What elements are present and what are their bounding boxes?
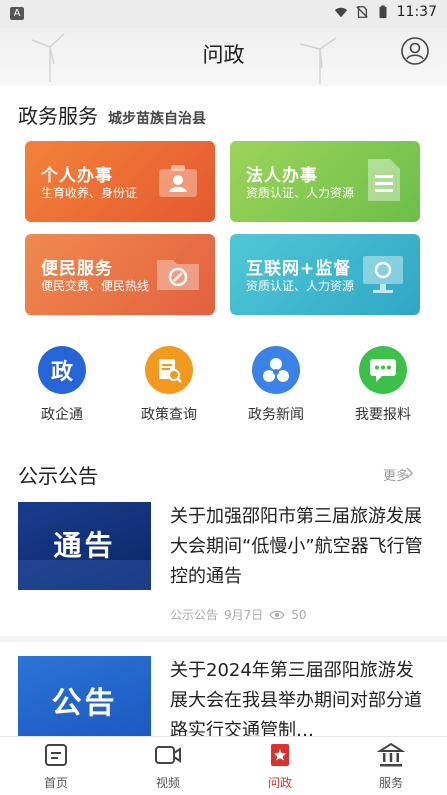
news-date: 9月7日 <box>224 608 264 622</box>
card-convenience-services[interactable]: 便民服务 便民交费、便民热线 <box>25 234 215 315</box>
document-icon <box>368 159 400 201</box>
quick-link-government-news[interactable]: 政务新闻 <box>226 346 326 424</box>
tab-label: 视频 <box>155 776 180 790</box>
news-meta: 公示公告 9月7日 50 <box>170 606 307 623</box>
battery-icon <box>379 5 387 19</box>
news-category: 公示公告 <box>170 608 219 622</box>
policy-search-icon <box>145 346 193 394</box>
card-title: 法人办事 <box>246 166 318 186</box>
thumbnail-band <box>18 560 151 590</box>
news-thumbnail: 通告 <box>18 502 151 590</box>
services-title: 政务服务 <box>18 104 98 128</box>
news-item[interactable]: 公告 关于2024年第三届邵阳旅游发展大会在我县举办期间对部分道路实行交通管制… <box>0 654 447 742</box>
news-views: 50 <box>291 607 307 622</box>
card-legal-person-affairs[interactable]: 法人办事 资质认证、人力资源 <box>230 141 420 222</box>
news-title: 关于2024年第三届邵阳旅游发展大会在我县举办期间对部分道路实行交通管制… <box>170 660 422 736</box>
tab-video[interactable]: 视频 <box>128 741 208 791</box>
bottom-tab-bar: 首页 视频 问政 服务 <box>0 736 447 795</box>
avatar-icon[interactable] <box>400 36 430 66</box>
card-desc: 资质认证、人力资源 <box>246 279 355 293</box>
wifi-icon <box>334 7 347 18</box>
tab-wenzheng[interactable]: 问政 <box>240 741 320 791</box>
quick-link-report[interactable]: 我要报料 <box>333 346 433 424</box>
card-desc: 生育收养、身份证 <box>41 186 138 200</box>
region-name[interactable]: 城步苗族自治县 <box>108 108 206 128</box>
status-bar: A 11:37 <box>0 0 447 28</box>
quick-link-policy-search[interactable]: 政策查询 <box>119 346 219 424</box>
zheng-badge-icon: 政 <box>38 346 86 394</box>
quick-link-zhengqitong[interactable]: 政 政企通 <box>12 346 112 424</box>
card-title: 个人办事 <box>41 166 113 186</box>
eye-icon <box>269 610 285 619</box>
notices-title: 公示公告 <box>18 464 98 488</box>
card-desc: 资质认证、人力资源 <box>246 186 355 200</box>
tab-label: 首页 <box>43 776 68 790</box>
no-sim-icon <box>355 6 368 18</box>
quick-link-label: 政企通 <box>41 407 83 423</box>
folder-icon <box>157 260 199 290</box>
news-item[interactable]: 通告 关于加强邵阳市第三届旅游发展大会期间“低慢小”航空器飞行管控的通告 公示公… <box>0 500 447 628</box>
header: 问政 <box>0 28 447 86</box>
thumbnail-text: 公告 <box>51 686 118 721</box>
news-thumbnail: 公告 <box>18 656 151 742</box>
person-id-icon <box>159 165 197 197</box>
status-time: 11:37 <box>396 4 437 20</box>
tab-label: 问政 <box>267 776 292 790</box>
card-desc: 便民交费、便民热线 <box>41 279 150 293</box>
a-notification-icon: A <box>10 7 24 20</box>
quick-link-label: 政务新闻 <box>248 407 304 423</box>
card-internet-supervision[interactable]: 互联网+监督 资质认证、人力资源 <box>230 234 420 315</box>
services-section-header: 政务服务 城步苗族自治县 <box>18 100 206 129</box>
wenzheng-star-icon <box>271 744 289 766</box>
thumbnail-text: 通告 <box>53 529 116 562</box>
card-personal-affairs[interactable]: 个人办事 生育收养、身份证 <box>25 141 215 222</box>
monitor-icon <box>363 256 403 293</box>
quick-link-label: 政策查询 <box>141 407 197 423</box>
page-title: 问政 <box>202 43 245 67</box>
government-building-icon <box>376 742 406 767</box>
system-icons: 11:37 <box>334 4 437 20</box>
tab-home[interactable]: 首页 <box>16 741 96 791</box>
card-title: 互联网+监督 <box>246 259 352 279</box>
divider <box>0 636 447 642</box>
chat-bubble-icon <box>359 346 407 394</box>
card-title: 便民服务 <box>41 259 113 279</box>
tab-services[interactable]: 服务 <box>351 741 431 791</box>
tab-label: 服务 <box>378 776 403 790</box>
home-icon <box>45 744 67 766</box>
quick-link-label: 我要报料 <box>355 407 411 423</box>
video-icon <box>155 746 181 764</box>
news-circles-icon <box>252 346 300 394</box>
chevron-right-icon[interactable] <box>406 467 414 479</box>
news-title: 关于加强邵阳市第三届旅游发展大会期间“低慢小”航空器飞行管控的通告 <box>170 506 423 587</box>
